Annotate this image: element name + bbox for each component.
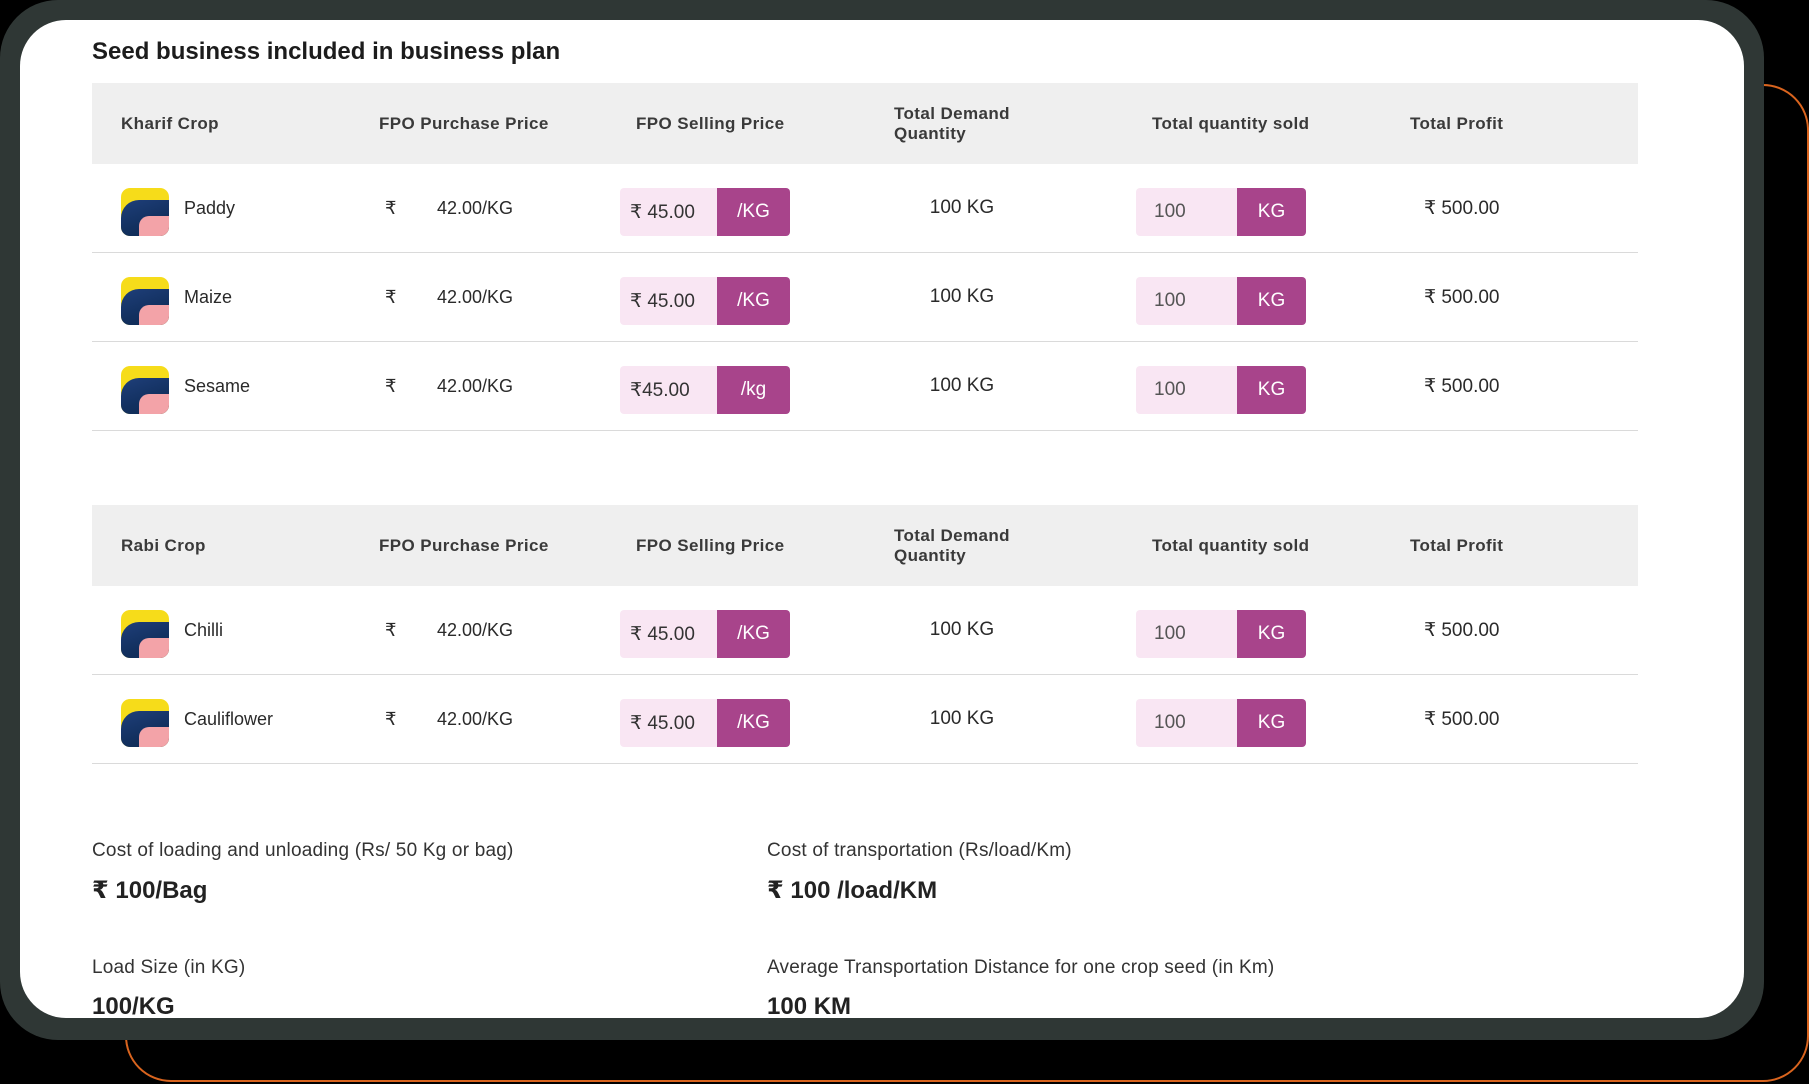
header-purchase-price: FPO Purchase Price xyxy=(379,113,549,133)
header-crop: Kharif Crop xyxy=(121,113,219,133)
transport-cost-label: Cost of transportation (Rs/load/Km) xyxy=(767,840,1072,861)
total-profit: ₹ 500.00 xyxy=(1424,619,1500,641)
table-header: Kharif Crop FPO Purchase Price FPO Selli… xyxy=(92,83,1638,164)
header-total-profit: Total Profit xyxy=(1410,113,1504,133)
quantity-sold-input[interactable]: 100 xyxy=(1136,188,1237,236)
quantity-sold-field[interactable]: 100 KG xyxy=(1136,188,1306,236)
selling-price-input[interactable]: ₹ 45.00 xyxy=(620,277,717,325)
rabi-crop-table: Rabi Crop FPO Purchase Price FPO Selling… xyxy=(92,505,1638,764)
table-header: Rabi Crop FPO Purchase Price FPO Selling… xyxy=(92,505,1638,586)
crop-thumbnail-icon xyxy=(121,366,169,414)
table-row: Sesame ₹ 42.00/KG ₹45.00 /kg 100 KG 100 … xyxy=(92,342,1638,431)
quantity-unit: KG xyxy=(1237,699,1306,747)
total-demand: 100 KG xyxy=(929,619,995,640)
selling-unit: /KG xyxy=(717,610,790,658)
total-demand: 100 KG xyxy=(929,708,995,729)
table-row: Chilli ₹ 42.00/KG ₹ 45.00 /KG 100 KG 100… xyxy=(92,586,1638,675)
quantity-sold-input[interactable]: 100 xyxy=(1136,277,1237,325)
crop-name: Cauliflower xyxy=(184,708,274,729)
load-size-value: 100/KG xyxy=(92,993,175,1018)
header-total-profit: Total Profit xyxy=(1410,535,1504,555)
quantity-unit: KG xyxy=(1237,366,1306,414)
total-demand: 100 KG xyxy=(929,375,995,396)
purchase-price: 42.00/KG xyxy=(437,197,514,218)
kharif-crop-table: Kharif Crop FPO Purchase Price FPO Selli… xyxy=(92,83,1638,431)
crop-name: Sesame xyxy=(184,375,251,396)
selling-price-input[interactable]: ₹ 45.00 xyxy=(620,610,717,658)
loading-cost-label: Cost of loading and unloading (Rs/ 50 Kg… xyxy=(92,840,514,861)
crop-name: Chilli xyxy=(184,619,224,640)
purchase-price: 42.00/KG xyxy=(437,619,514,640)
distance-label: Average Transportation Distance for one … xyxy=(767,957,1275,978)
selling-unit: /kg xyxy=(717,366,790,414)
total-profit: ₹ 500.00 xyxy=(1424,708,1500,730)
total-demand: 100 KG xyxy=(929,197,995,218)
load-size-info: Load Size (in KG) 100/KG xyxy=(92,957,245,1018)
selling-price-field[interactable]: ₹ 45.00 /KG xyxy=(620,699,790,747)
quantity-unit: KG xyxy=(1237,277,1306,325)
selling-price-input[interactable]: ₹ 45.00 xyxy=(620,699,717,747)
selling-price-field[interactable]: ₹ 45.00 /KG xyxy=(620,610,790,658)
rupee-symbol: ₹ xyxy=(385,708,397,729)
header-purchase-price: FPO Purchase Price xyxy=(379,535,549,555)
purchase-price: 42.00/KG xyxy=(437,708,514,729)
selling-unit: /KG xyxy=(717,699,790,747)
quantity-sold-input[interactable]: 100 xyxy=(1136,366,1237,414)
transport-cost-info: Cost of transportation (Rs/load/Km) ₹ 10… xyxy=(767,840,1072,905)
distance-info: Average Transportation Distance for one … xyxy=(767,957,1274,1018)
header-crop: Rabi Crop xyxy=(121,535,206,555)
selling-price-field[interactable]: ₹45.00 /kg xyxy=(620,366,790,414)
purchase-price: 42.00/KG xyxy=(437,286,514,307)
rupee-symbol: ₹ xyxy=(385,619,397,640)
header-total-demand: Total Demand Quantity xyxy=(894,525,1010,565)
selling-price-input[interactable]: ₹45.00 xyxy=(620,366,717,414)
header-total-demand: Total Demand Quantity xyxy=(894,103,1010,143)
selling-price-field[interactable]: ₹ 45.00 /KG xyxy=(620,188,790,236)
crop-name: Paddy xyxy=(184,197,236,218)
selling-price-field[interactable]: ₹ 45.00 /KG xyxy=(620,277,790,325)
quantity-sold-input[interactable]: 100 xyxy=(1136,610,1237,658)
rupee-symbol: ₹ xyxy=(385,375,397,396)
header-quantity-sold: Total quantity sold xyxy=(1152,113,1310,133)
total-profit: ₹ 500.00 xyxy=(1424,286,1500,308)
selling-unit: /KG xyxy=(717,277,790,325)
selling-unit: /KG xyxy=(717,188,790,236)
loading-cost-info: Cost of loading and unloading (Rs/ 50 Kg… xyxy=(92,840,514,905)
header-quantity-sold: Total quantity sold xyxy=(1152,535,1310,555)
load-size-label: Load Size (in KG) xyxy=(92,957,246,978)
crop-thumbnail-icon xyxy=(121,277,169,325)
total-profit: ₹ 500.00 xyxy=(1424,375,1500,397)
business-plan-card: Seed business included in business plan … xyxy=(20,20,1744,1018)
table-row: Cauliflower ₹ 42.00/KG ₹ 45.00 /KG 100 K… xyxy=(92,675,1638,764)
crop-thumbnail-icon xyxy=(121,188,169,236)
quantity-sold-field[interactable]: 100 KG xyxy=(1136,366,1306,414)
quantity-sold-input[interactable]: 100 xyxy=(1136,699,1237,747)
selling-price-input[interactable]: ₹ 45.00 xyxy=(620,188,717,236)
section-title: Seed business included in business plan xyxy=(92,38,561,65)
crop-thumbnail-icon xyxy=(121,610,169,658)
quantity-unit: KG xyxy=(1237,610,1306,658)
crop-name: Maize xyxy=(184,286,233,307)
transport-cost-value: ₹ 100 /load/KM xyxy=(767,877,938,904)
rupee-symbol: ₹ xyxy=(385,286,397,307)
loading-cost-value: ₹ 100/Bag xyxy=(92,877,208,904)
rupee-symbol: ₹ xyxy=(385,197,397,218)
quantity-unit: KG xyxy=(1237,188,1306,236)
total-demand: 100 KG xyxy=(929,286,995,307)
quantity-sold-field[interactable]: 100 KG xyxy=(1136,699,1306,747)
table-row: Paddy ₹ 42.00/KG ₹ 45.00 /KG 100 KG 100 … xyxy=(92,164,1638,253)
table-row: Maize ₹ 42.00/KG ₹ 45.00 /KG 100 KG 100 … xyxy=(92,253,1638,342)
header-selling-price: FPO Selling Price xyxy=(636,113,785,133)
total-profit: ₹ 500.00 xyxy=(1424,197,1500,219)
quantity-sold-field[interactable]: 100 KG xyxy=(1136,277,1306,325)
purchase-price: 42.00/KG xyxy=(437,375,514,396)
quantity-sold-field[interactable]: 100 KG xyxy=(1136,610,1306,658)
header-selling-price: FPO Selling Price xyxy=(636,535,785,555)
crop-thumbnail-icon xyxy=(121,699,169,747)
distance-value: 100 KM xyxy=(767,993,852,1018)
